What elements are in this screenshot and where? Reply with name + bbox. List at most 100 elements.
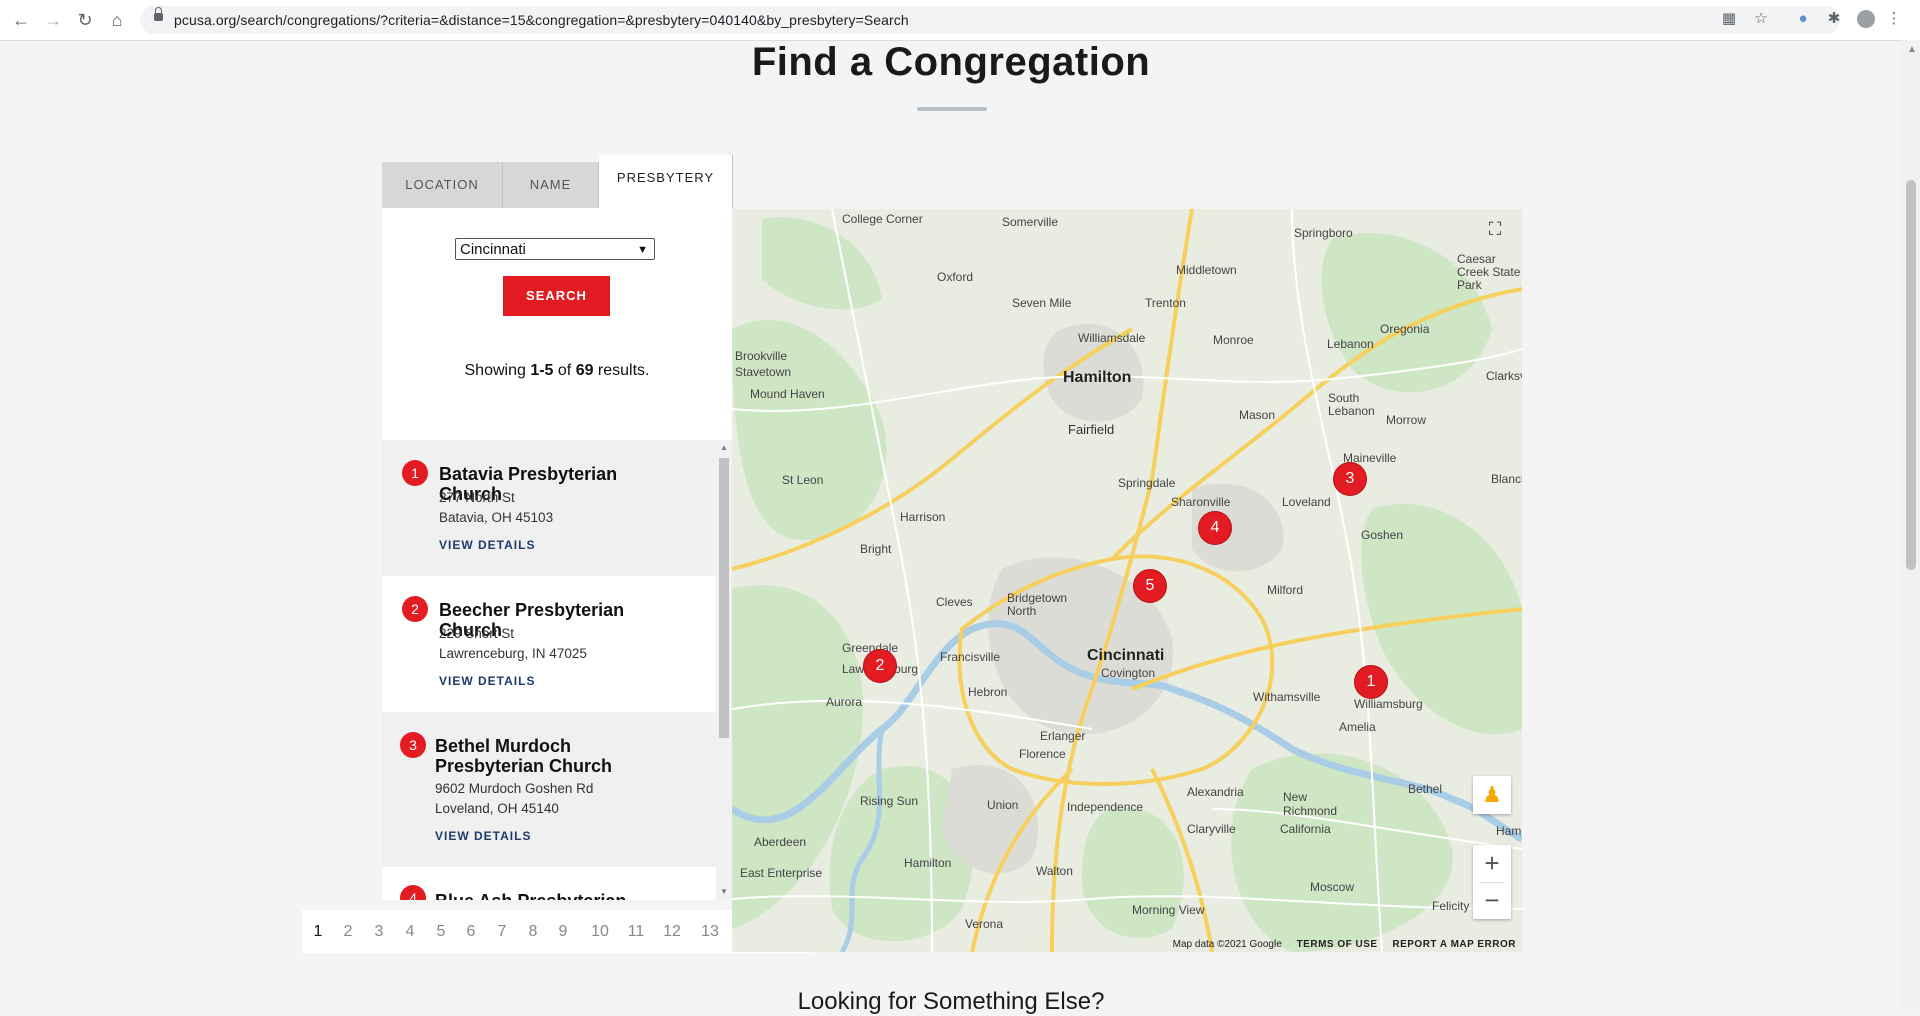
map-label-stavetown: Stavetown [735,365,792,379]
map-marker-5[interactable]: 5 [1133,569,1167,603]
map-label-loveland: Loveland [1282,495,1331,509]
result-address-line2: Lawrenceburg, IN 47025 [439,646,587,661]
results-count-prefix: Showing [464,362,531,379]
page-link-10[interactable]: 10 [588,910,612,953]
results-scrollbar-thumb[interactable] [719,458,729,738]
result-name[interactable]: Blue Ash Presbyterian Church [435,891,675,900]
zoom-in-icon[interactable]: + [1473,845,1511,882]
results-count-suffix: results. [593,362,650,379]
extension-globe-icon[interactable]: ● [1794,10,1812,28]
results-count: Showing 1-5 of 69 results. [382,362,732,380]
tab-name[interactable]: NAME [503,162,599,208]
page-link-8[interactable]: 8 [525,910,541,953]
page-link-2[interactable]: 2 [340,910,356,953]
map-label-somerville: Somerville [1002,215,1059,229]
map-marker-3[interactable]: 3 [1333,462,1367,496]
map-marker-1[interactable]: 1 [1354,665,1388,699]
map-label-harrison: Harrison [900,510,946,524]
map-label-monroe: Monroe [1213,333,1254,347]
scroll-up-arrow-icon[interactable]: ▲ [720,443,728,452]
page-link-5[interactable]: 5 [433,910,449,953]
presbytery-search-form: Cincinnati ▼ SEARCH Showing 1-5 of 69 re… [382,208,732,440]
map-label-middletown: Middletown [1176,263,1237,277]
page-link-3[interactable]: 3 [371,910,387,953]
tab-location[interactable]: LOCATION [382,162,503,208]
page-link-11[interactable]: 11 [624,910,648,953]
result-name[interactable]: Bethel Murdoch Presbyterian Church [435,736,675,776]
forward-icon[interactable]: → [42,9,64,31]
map-label-bridgetown-north: Bridgetown North [1007,591,1068,618]
profile-avatar-icon[interactable] [1857,10,1875,28]
map-label-caesar-creek: Caesar Creek State Park [1457,252,1521,292]
scroll-up-arrow-icon[interactable]: ▲ [1907,44,1917,55]
map-label-college-corner: College Corner [842,212,923,226]
map-label-brookville: Brookville [735,349,788,363]
map-label-mason: Mason [1239,408,1276,422]
map-label-south-lebanon: South Lebanon [1328,391,1375,418]
presbytery-select-value: Cincinnati [460,241,526,258]
result-address-line1: 277 North St [439,490,515,505]
address-bar[interactable]: pcusa.org/search/congregations/?criteria… [140,6,1840,34]
congregation-map[interactable]: College Corner Somerville Springboro Cae… [732,209,1522,952]
map-label-amelia: Amelia [1339,720,1376,734]
map-marker-2[interactable]: 2 [863,649,897,683]
view-details-link[interactable]: VIEW DETAILS [435,829,531,843]
view-details-link[interactable]: VIEW DETAILS [439,674,535,688]
home-icon[interactable]: ⌂ [106,9,128,31]
map-label-bright: Bright [860,542,892,556]
scroll-down-arrow-icon[interactable]: ▼ [720,887,728,896]
results-list: 1 Batavia Presbyterian Church 277 North … [382,440,732,900]
fullscreen-icon[interactable]: ⛶ [1482,216,1508,242]
qr-code-icon[interactable]: ▦ [1720,10,1738,28]
back-icon[interactable]: ← [10,9,32,31]
map-label-covington: Covington [1101,666,1156,680]
map-label-williamsdale: Williamsdale [1078,331,1146,345]
menu-kebab-icon[interactable]: ⋮ [1885,10,1903,28]
page-link-9[interactable]: 9 [555,910,571,953]
report-map-error-link[interactable]: REPORT A MAP ERROR [1392,939,1516,950]
result-address-line2: Loveland, OH 45140 [435,801,559,816]
page-link-4[interactable]: 4 [402,910,418,953]
list-item: 2 Beecher Presbyterian Church 229 Short … [382,576,716,712]
map-label-seven-mile: Seven Mile [1012,296,1072,310]
view-details-link[interactable]: VIEW DETAILS [439,538,535,552]
map-label-francisville: Francisville [940,650,1001,664]
terms-of-use-link[interactable]: TERMS OF USE [1297,939,1378,950]
list-item: 3 Bethel Murdoch Presbyterian Church 960… [382,712,716,867]
bookmark-star-icon[interactable]: ☆ [1752,10,1770,28]
list-item: 4 Blue Ash Presbyterian Church [382,867,716,900]
search-button[interactable]: SEARCH [503,276,610,316]
map-label-verona: Verona [965,917,1004,931]
zoom-out-icon[interactable]: − [1473,882,1511,919]
presbytery-select[interactable]: Cincinnati ▼ [455,238,655,260]
page-link-12[interactable]: 12 [660,910,684,953]
result-number-badge: 4 [400,885,426,900]
page-link-1[interactable]: 1 [310,910,326,953]
extensions-puzzle-icon[interactable]: ✱ [1825,10,1843,28]
map-marker-4[interactable]: 4 [1198,511,1232,545]
map-label-claryville: Claryville [1187,822,1236,836]
map-label-hamersville: Hamers [1496,824,1522,838]
page-link-6[interactable]: 6 [463,910,479,953]
street-view-pegman-icon[interactable]: ♟ [1473,776,1511,814]
map-label-cincinnati: Cincinnati [1087,647,1165,664]
map-label-aberdeen: Aberdeen [754,835,807,849]
reload-icon[interactable]: ↻ [74,9,96,31]
chevron-down-icon: ▼ [637,244,648,256]
map-label-springdale: Springdale [1118,476,1176,490]
results-scrollbar[interactable]: ▲ ▼ [716,440,732,900]
map-label-williamsburg: Williamsburg [1354,697,1423,711]
page-scrollbar-thumb[interactable] [1906,180,1916,570]
search-tabs: LOCATION NAME PRESBYTERY [382,155,733,208]
map-label-hebron: Hebron [968,685,1008,699]
tab-presbytery[interactable]: PRESBYTERY [599,155,733,208]
map-label-oxford: Oxford [937,270,974,284]
page-link-13[interactable]: 13 [698,910,722,953]
map-label-independence: Independence [1067,800,1144,814]
map-label-moscow: Moscow [1310,880,1355,894]
page-link-7[interactable]: 7 [494,910,510,953]
page-scrollbar[interactable]: ▲ [1902,40,1920,1009]
map-label-cleves: Cleves [936,595,973,609]
address-url[interactable]: pcusa.org/search/congregations/?criteria… [174,12,909,28]
map-label-new-richmond: New Richmond [1283,790,1338,818]
